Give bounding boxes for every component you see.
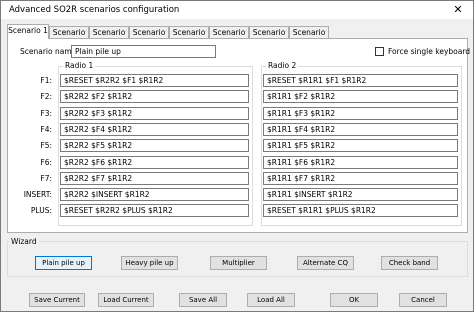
wizard-title: Wizard (9, 237, 39, 246)
tab-scenario-8[interactable]: Scenario 8 (289, 26, 329, 49)
radio-1-f1-input[interactable]: $RESET $R2R2 $F1 $R1R2 (60, 74, 249, 87)
row-label-plus: PLUS: (30, 206, 52, 215)
row-label-f5: F5: (40, 141, 52, 150)
scenario-name-label: Scenario name (20, 47, 77, 56)
radio-2-plus-input[interactable]: $RESET $R1R1 $PLUS $R1R2 (263, 204, 458, 217)
row-label-f6: F6: (40, 158, 52, 167)
radio-1-f4-input[interactable]: $R2R2 $F4 $R1R2 (60, 123, 249, 136)
force-single-keyboard-checkbox[interactable] (375, 47, 384, 56)
tab-scenario-3[interactable]: Scenario 3 (89, 26, 129, 49)
radio-2-insert-input[interactable]: $R1R1 $INSERT $R1R2 (263, 188, 458, 201)
row-label-insert: INSERT: (23, 190, 52, 199)
row-label-f2: F2: (40, 92, 52, 101)
wizard-alternate-cq-button[interactable]: Alternate CQ (297, 256, 354, 270)
wizard-heavy-pile-up-button[interactable]: Heavy pile up (121, 256, 178, 270)
radio-2-f7-input[interactable]: $R1R1 $F7 $R1R2 (263, 172, 458, 185)
tab-scenario-1[interactable]: Scenario 1 (7, 24, 49, 39)
radio-1-f2-input[interactable]: $R2R2 $F2 $R1R2 (60, 90, 249, 103)
tab-scenario-2[interactable]: Scenario 2 (49, 26, 89, 49)
radio-1-f3-input[interactable]: $R2R2 $F3 $R1R2 (60, 107, 249, 120)
radio-2-f1-input[interactable]: $RESET $R1R1 $F1 $R1R2 (263, 74, 458, 87)
row-label-f1: F1: (40, 76, 52, 85)
wizard-multiplier-button[interactable]: Multiplier (210, 256, 267, 270)
cancel-button[interactable]: Cancel (399, 293, 447, 307)
tab-scenario-6[interactable]: Scenario 6 (209, 26, 249, 49)
row-label-f4: F4: (40, 125, 52, 134)
save-all-button[interactable]: Save All (179, 293, 227, 307)
dialog-window: Advanced SO2R scenarios configuration ✕ … (0, 0, 474, 312)
tab-scenario-4[interactable]: Scenario 4 (129, 26, 169, 49)
radio-2-f6-input[interactable]: $R1R1 $F6 $R1R2 (263, 156, 458, 169)
radio-2-f5-input[interactable]: $R1R1 $F5 $R1R2 (263, 139, 458, 152)
tab-scenario-7[interactable]: Scenario 7 (249, 26, 289, 49)
radio-2-f3-input[interactable]: $R1R1 $F3 $R1R2 (263, 107, 458, 120)
title-bar[interactable]: Advanced SO2R scenarios configuration ✕ (1, 1, 473, 19)
radio-2-f4-input[interactable]: $R1R1 $F4 $R1R2 (263, 123, 458, 136)
save-current-button[interactable]: Save Current (29, 293, 85, 307)
tab-scenario-5[interactable]: Scenario 5 (169, 26, 209, 49)
radio-1-insert-input[interactable]: $R2R2 $INSERT $R1R2 (60, 188, 249, 201)
radio-1-title: Radio 1 (63, 61, 96, 70)
load-current-button[interactable]: Load Current (98, 293, 154, 307)
radio-2-f2-input[interactable]: $R1R1 $F2 $R1R2 (263, 90, 458, 103)
ok-button[interactable]: OK (330, 293, 378, 307)
scenario-name-input[interactable]: Plain pile up (71, 45, 216, 58)
radio-1-f5-input[interactable]: $R2R2 $F5 $R1R2 (60, 139, 249, 152)
load-all-button[interactable]: Load All (247, 293, 295, 307)
row-label-f7: F7: (40, 174, 52, 183)
radio-2-title: Radio 2 (266, 61, 299, 70)
window-title: Advanced SO2R scenarios configuration (9, 5, 180, 15)
radio-1-f6-input[interactable]: $R2R2 $F6 $R1R2 (60, 156, 249, 169)
scenario-panel: Scenario name Plain pile up Force single… (7, 38, 471, 233)
row-label-f3: F3: (40, 109, 52, 118)
force-single-keyboard-label: Force single keyboard (388, 47, 471, 56)
wizard-plain-pile-up-button[interactable]: Plain pile up (35, 256, 92, 270)
radio-1-plus-input[interactable]: $RESET $R2R2 $PLUS $R1R2 (60, 204, 249, 217)
wizard-check-band-button[interactable]: Check band (381, 256, 438, 270)
close-icon[interactable]: ✕ (447, 2, 469, 18)
radio-1-f7-input[interactable]: $R2R2 $F7 $R1R2 (60, 172, 249, 185)
